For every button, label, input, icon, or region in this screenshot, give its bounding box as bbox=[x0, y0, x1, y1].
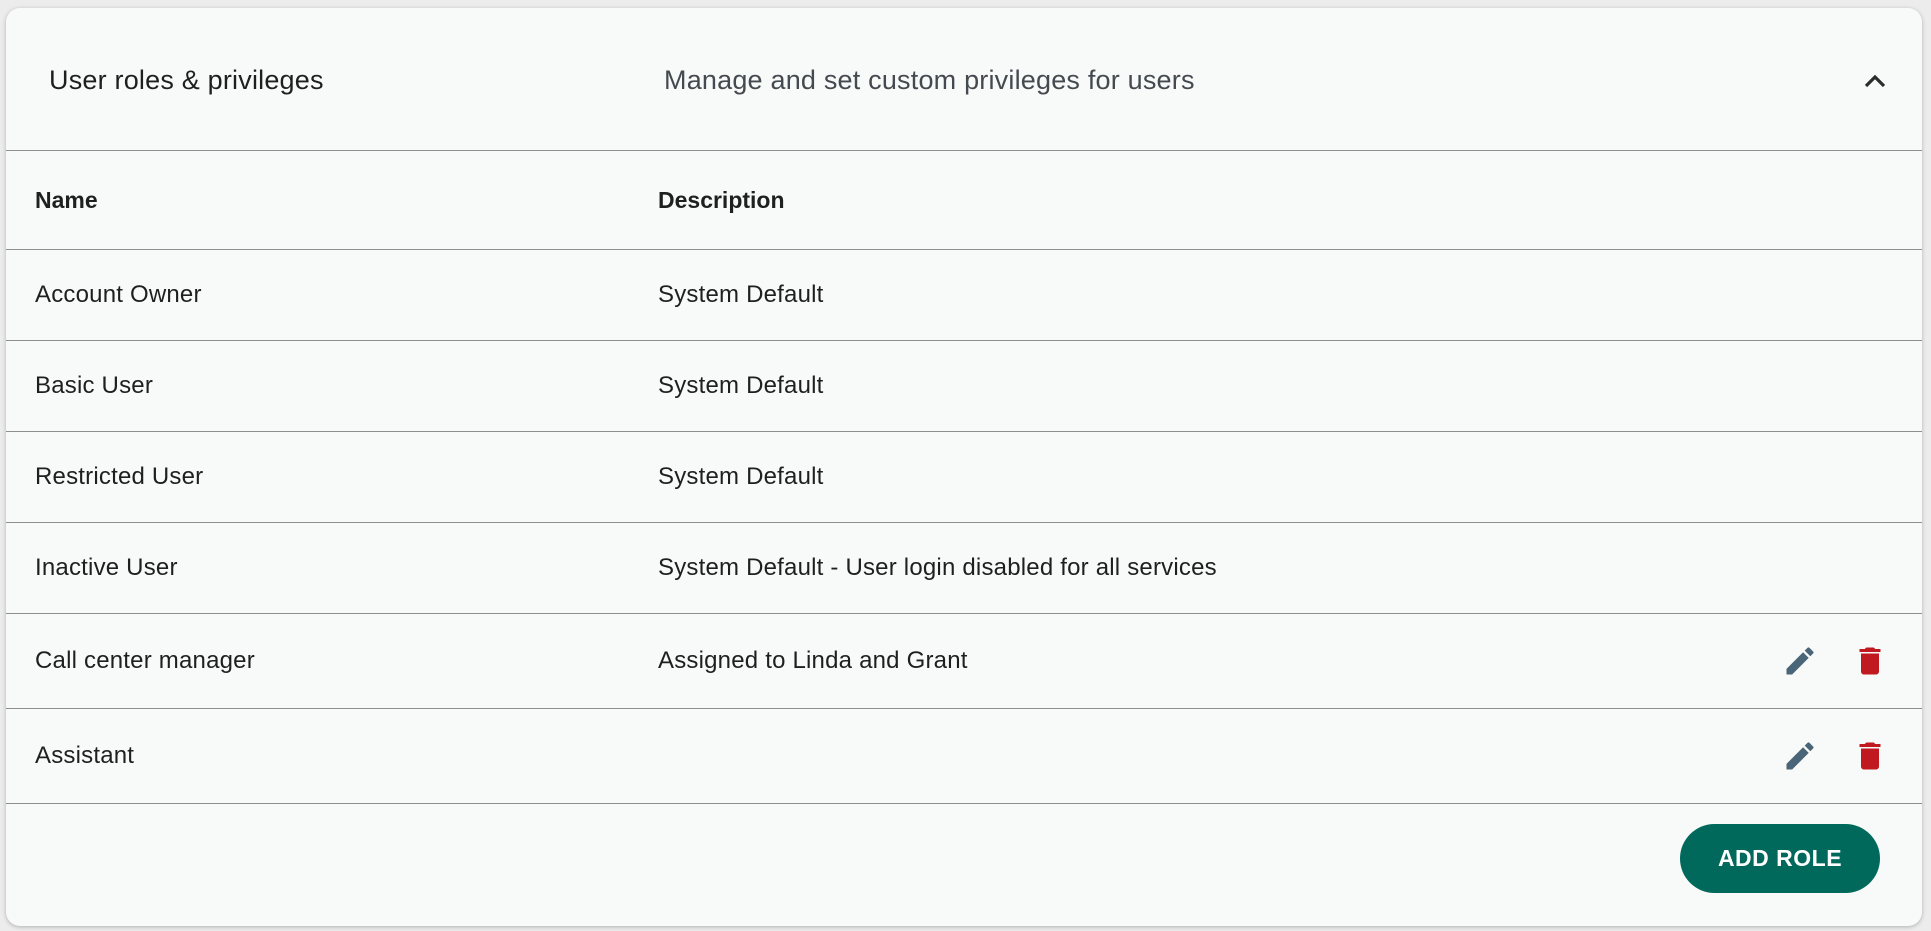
role-name: Assistant bbox=[6, 708, 658, 804]
page-title: User roles & privileges bbox=[49, 65, 324, 95]
column-header-actions bbox=[1762, 151, 1922, 250]
role-name: Call center manager bbox=[6, 613, 658, 709]
chevron-up-icon bbox=[1864, 74, 1886, 88]
table-row: Assistant bbox=[6, 708, 1922, 804]
card-footer: ADD ROLE bbox=[6, 804, 1922, 922]
table-row: Basic User System Default bbox=[6, 340, 1922, 432]
roles-table: Name Description Account Owner System De… bbox=[6, 151, 1922, 804]
delete-role-button[interactable] bbox=[1850, 641, 1890, 681]
column-header-name: Name bbox=[6, 151, 658, 250]
table-row: Call center manager Assigned to Linda an… bbox=[6, 613, 1922, 709]
pencil-icon bbox=[1786, 647, 1814, 675]
pencil-icon bbox=[1786, 742, 1814, 770]
trash-icon bbox=[1859, 742, 1881, 770]
column-header-description: Description bbox=[658, 151, 1762, 250]
collapse-button[interactable] bbox=[1854, 60, 1896, 102]
add-role-button[interactable]: ADD ROLE bbox=[1680, 824, 1880, 893]
role-name: Inactive User bbox=[6, 522, 658, 614]
table-row: Restricted User System Default bbox=[6, 431, 1922, 523]
role-description bbox=[658, 708, 1762, 804]
edit-role-button[interactable] bbox=[1780, 641, 1820, 681]
page-subtitle: Manage and set custom privileges for use… bbox=[664, 65, 1195, 95]
role-name: Basic User bbox=[6, 340, 658, 432]
role-description: System Default bbox=[658, 249, 1762, 341]
role-description: Assigned to Linda and Grant bbox=[658, 613, 1762, 709]
delete-role-button[interactable] bbox=[1850, 736, 1890, 776]
table-row: Inactive User System Default - User logi… bbox=[6, 522, 1922, 614]
table-row: Account Owner System Default bbox=[6, 249, 1922, 341]
role-description: System Default - User login disabled for… bbox=[658, 522, 1762, 614]
trash-icon bbox=[1859, 647, 1881, 675]
role-description: System Default bbox=[658, 431, 1762, 523]
role-description: System Default bbox=[658, 340, 1762, 432]
edit-role-button[interactable] bbox=[1780, 736, 1820, 776]
role-name: Restricted User bbox=[6, 431, 658, 523]
roles-card: User roles & privileges Manage and set c… bbox=[6, 8, 1922, 926]
card-header[interactable]: User roles & privileges Manage and set c… bbox=[6, 8, 1922, 151]
table-header-row: Name Description bbox=[6, 151, 1922, 250]
role-name: Account Owner bbox=[6, 249, 658, 341]
